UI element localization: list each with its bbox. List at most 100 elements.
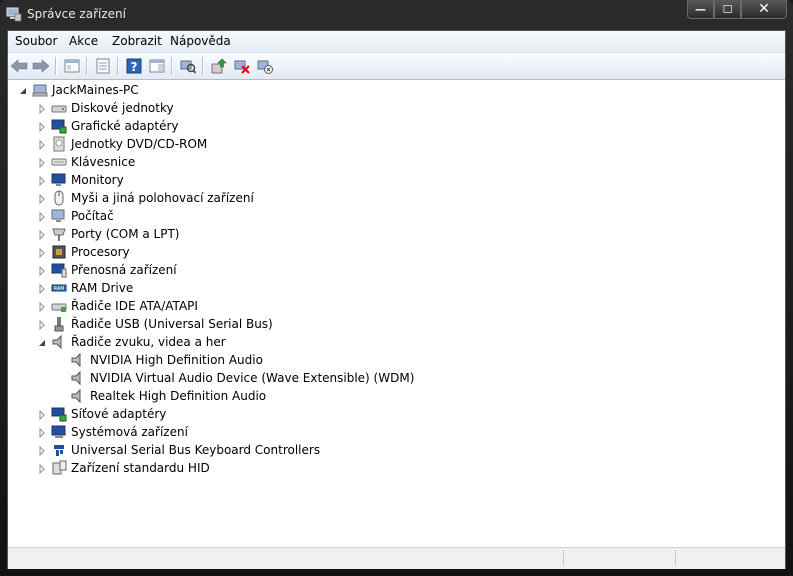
mouse-icon xyxy=(51,190,67,206)
expand-icon[interactable] xyxy=(37,157,47,169)
expand-icon[interactable] xyxy=(37,229,47,241)
maximize-button[interactable]: ☐ xyxy=(714,0,741,19)
tree-category-label: Myši a jiná polohovací zařízení xyxy=(71,191,254,205)
close-button[interactable]: ✕ xyxy=(741,0,787,19)
tree-category[interactable]: Grafické adaptéry xyxy=(37,117,179,135)
tree-category[interactable]: Porty (COM a LPT) xyxy=(37,225,179,243)
tree-category-label: Síťové adaptéry xyxy=(71,407,167,421)
tree-category-label: Řadiče IDE ATA/ATAPI xyxy=(71,299,198,313)
scan-hardware-changes-icon[interactable] xyxy=(178,56,198,76)
system-device-icon xyxy=(51,424,67,440)
console-tree-icon[interactable] xyxy=(62,56,82,76)
expand-icon[interactable] xyxy=(37,103,47,115)
help-icon[interactable]: ? xyxy=(124,56,144,76)
tree-category-label: Řadiče zvuku, videa a her xyxy=(71,335,226,349)
collapse-icon[interactable] xyxy=(18,85,28,95)
tree-root-label: JackMaines-PC xyxy=(52,83,139,97)
menu-file[interactable]: Soubor xyxy=(15,34,57,48)
expand-icon[interactable] xyxy=(37,247,47,259)
tree-device-label: NVIDIA High Definition Audio xyxy=(90,353,263,367)
dvd-drive-icon xyxy=(51,136,67,152)
tree-category[interactable]: Řadiče USB (Universal Serial Bus) xyxy=(37,315,273,333)
tree-category-label: Přenosná zařízení xyxy=(71,263,177,277)
tree-category-label: Jednotky DVD/CD-ROM xyxy=(71,137,208,151)
tree-category[interactable]: Řadiče zvuku, videa a her xyxy=(37,333,226,351)
tree-category[interactable]: Přenosná zařízení xyxy=(37,261,177,279)
disable-device-icon[interactable] xyxy=(255,56,275,76)
tree-category[interactable]: Monitory xyxy=(37,171,124,189)
collapse-icon[interactable] xyxy=(37,337,47,347)
network-adapter-icon xyxy=(51,406,67,422)
tree-category[interactable]: Řadiče IDE ATA/ATAPI xyxy=(37,297,198,315)
tree-category[interactable]: Universal Serial Bus Keyboard Controller… xyxy=(37,441,320,459)
expand-icon[interactable] xyxy=(37,193,47,205)
expand-icon[interactable] xyxy=(37,283,47,295)
tree-category[interactable]: Počítač xyxy=(37,207,114,225)
hid-device-icon xyxy=(51,460,67,476)
expand-icon[interactable] xyxy=(37,427,47,439)
show-hide-action-pane-icon[interactable] xyxy=(147,56,167,76)
svg-text:?: ? xyxy=(131,60,138,74)
tree-category-label: Systémová zařízení xyxy=(71,425,188,439)
usb-keyboard-controller-icon xyxy=(51,442,67,458)
expand-icon[interactable] xyxy=(37,175,47,187)
ram-drive-icon: RAM xyxy=(51,280,67,296)
title-bar[interactable]: Správce zařízení — ☐ ✕ xyxy=(0,0,793,30)
tree-device[interactable]: Realtek High Definition Audio xyxy=(70,387,266,405)
device-tree[interactable]: JackMaines-PC Diskové jednotky Grafické ad… xyxy=(8,80,785,547)
tree-category-label: Diskové jednotky xyxy=(71,101,174,115)
uninstall-device-icon[interactable] xyxy=(232,56,252,76)
tree-category-label: Počítač xyxy=(71,209,114,223)
tree-root[interactable]: JackMaines-PC xyxy=(18,81,139,99)
expand-icon[interactable] xyxy=(37,121,47,133)
tree-category-label: RAM Drive xyxy=(71,281,134,295)
tree-category[interactable]: Procesory xyxy=(37,243,130,261)
tree-category-label: Klávesnice xyxy=(71,155,136,169)
tree-category[interactable]: Síťové adaptéry xyxy=(37,405,166,423)
portable-device-icon xyxy=(51,262,67,278)
tree-category[interactable]: Zařízení standardu HID xyxy=(37,459,210,477)
tree-device-label: Realtek High Definition Audio xyxy=(90,389,267,403)
ide-controller-icon xyxy=(51,298,67,314)
expand-icon[interactable] xyxy=(37,463,47,475)
port-icon xyxy=(51,226,67,242)
keyboard-icon xyxy=(51,154,67,170)
monitor-icon xyxy=(51,172,67,188)
client-area: Soubor Akce Zobrazit Nápověda ? JackMain… xyxy=(7,30,786,569)
computer-icon xyxy=(51,208,67,224)
tree-category-label: Zařízení standardu HID xyxy=(71,461,210,475)
expand-icon[interactable] xyxy=(37,445,47,457)
menu-view[interactable]: Zobrazit xyxy=(112,34,162,48)
tree-device[interactable]: NVIDIA Virtual Audio Device (Wave Extens… xyxy=(70,369,414,387)
tree-category[interactable]: Klávesnice xyxy=(37,153,135,171)
expand-icon[interactable] xyxy=(37,139,47,151)
tree-category[interactable]: Systémová zařízení xyxy=(37,423,188,441)
back-icon[interactable] xyxy=(9,56,29,76)
device-manager-icon xyxy=(6,6,22,22)
root-icon xyxy=(32,82,48,98)
tree-category[interactable]: Myši a jiná polohovací zařízení xyxy=(37,189,254,207)
tree-category[interactable]: Jednotky DVD/CD-ROM xyxy=(37,135,207,153)
expand-icon[interactable] xyxy=(37,211,47,223)
sound-icon xyxy=(70,370,86,386)
tree-category-label: Grafické adaptéry xyxy=(71,119,179,133)
expand-icon[interactable] xyxy=(37,409,47,421)
expand-icon[interactable] xyxy=(37,301,47,313)
tree-category[interactable]: Diskové jednotky xyxy=(37,99,174,117)
menu-action[interactable]: Akce xyxy=(69,34,98,48)
menu-help[interactable]: Nápověda xyxy=(170,34,231,48)
expand-icon[interactable] xyxy=(37,319,47,331)
svg-text:RAM: RAM xyxy=(53,286,64,292)
properties-icon[interactable] xyxy=(93,56,113,76)
display-adapter-icon xyxy=(51,118,67,134)
sound-icon xyxy=(51,334,67,350)
tree-category[interactable]: RAM RAM Drive xyxy=(37,279,133,297)
update-driver-icon[interactable] xyxy=(209,56,229,76)
expand-icon[interactable] xyxy=(37,265,47,277)
minimize-button[interactable]: — xyxy=(687,0,714,19)
disk-drive-icon xyxy=(51,100,67,116)
tree-device-label: NVIDIA Virtual Audio Device (Wave Extens… xyxy=(90,371,415,385)
tree-category-label: Monitory xyxy=(71,173,124,187)
tree-device[interactable]: NVIDIA High Definition Audio xyxy=(70,351,263,369)
forward-icon[interactable] xyxy=(31,56,51,76)
